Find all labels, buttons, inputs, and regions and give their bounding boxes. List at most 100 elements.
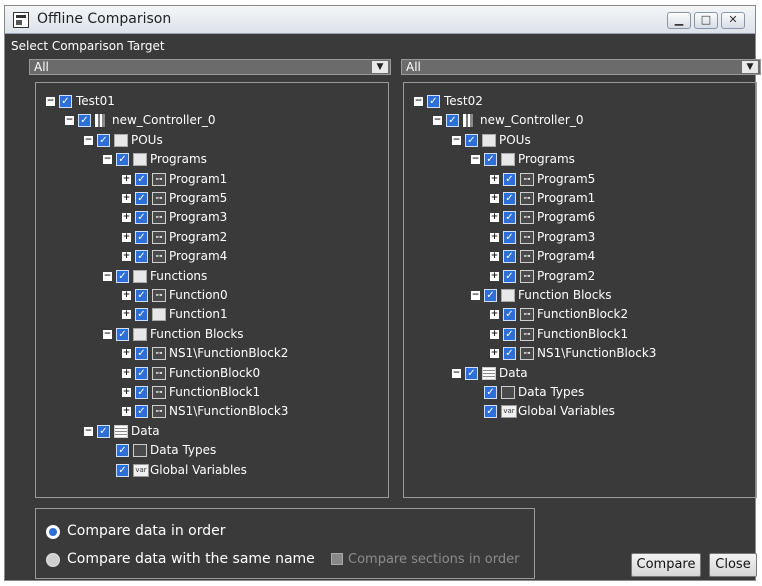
node-checkbox[interactable]: ✓: [484, 153, 497, 167]
node-checkbox[interactable]: ✓: [503, 308, 516, 322]
tree-node-label: Global Variables: [518, 404, 615, 419]
node-checkbox[interactable]: ✓: [116, 153, 129, 167]
node-checkbox[interactable]: ✓: [135, 308, 148, 322]
node-checkbox[interactable]: ✓: [503, 327, 516, 341]
program-icon: ⊶: [152, 230, 166, 244]
collapse-icon[interactable]: −: [46, 97, 55, 106]
node-checkbox[interactable]: ✓: [503, 269, 516, 283]
program-icon: ⊶: [152, 289, 166, 302]
compare-button[interactable]: Compare: [631, 553, 701, 577]
node-checkbox[interactable]: ✓: [503, 172, 516, 186]
node-checkbox[interactable]: ✓: [78, 114, 91, 128]
node-checkbox[interactable]: ✓: [135, 250, 148, 264]
collapse-icon[interactable]: −: [471, 291, 480, 300]
tree-node-label: Test02: [444, 94, 483, 108]
node-checkbox[interactable]: ✓: [484, 289, 497, 302]
controller-icon: [95, 114, 105, 128]
node-checkbox[interactable]: ✓: [135, 172, 148, 186]
node-checkbox[interactable]: ✓: [446, 114, 459, 128]
node-checkbox[interactable]: ✓: [503, 211, 516, 225]
node-checkbox[interactable]: ✓: [135, 230, 148, 244]
node-checkbox[interactable]: ✓: [116, 463, 129, 477]
minimize-button[interactable]: ▁: [667, 12, 691, 29]
expand-icon[interactable]: +: [122, 194, 131, 203]
collapse-icon[interactable]: −: [103, 155, 112, 165]
program-icon: ⊶: [152, 405, 166, 419]
expand-icon[interactable]: +: [122, 407, 131, 417]
expand-icon[interactable]: +: [122, 291, 131, 300]
node-checkbox[interactable]: ✓: [135, 366, 148, 380]
node-checkbox[interactable]: ✓: [135, 289, 148, 302]
collapse-icon[interactable]: −: [433, 116, 442, 126]
node-checkbox[interactable]: ✓: [59, 95, 72, 108]
expand-icon[interactable]: +: [122, 252, 131, 262]
maximize-button[interactable]: □: [694, 12, 718, 29]
expand-icon[interactable]: +: [490, 349, 499, 359]
expand-icon[interactable]: +: [490, 310, 499, 320]
node-checkbox[interactable]: ✓: [135, 192, 148, 205]
program-icon: ⊶: [520, 192, 534, 205]
tree-node-label: new_Controller_0: [480, 113, 584, 128]
expand-icon[interactable]: +: [490, 194, 499, 203]
collapse-icon[interactable]: −: [452, 135, 461, 145]
collapse-icon[interactable]: −: [103, 271, 112, 281]
expand-icon[interactable]: +: [122, 174, 131, 184]
collapse-icon[interactable]: −: [103, 329, 112, 339]
data-icon: [114, 424, 128, 438]
expand-icon[interactable]: +: [490, 329, 499, 339]
compare-same-name-label: Compare data with the same name: [67, 551, 315, 567]
tree-node-label: Function Blocks: [518, 288, 612, 302]
collapse-icon[interactable]: −: [65, 116, 74, 126]
node-checkbox[interactable]: ✓: [503, 347, 516, 361]
collapse-icon[interactable]: −: [471, 155, 480, 165]
expand-icon[interactable]: +: [122, 388, 131, 397]
dropdown-arrow-icon[interactable]: ▼: [742, 61, 758, 73]
sections-in-order-checkbox[interactable]: [331, 553, 343, 565]
collapse-icon[interactable]: −: [452, 368, 461, 378]
compare-same-name-radio[interactable]: [46, 553, 60, 567]
node-checkbox[interactable]: ✓: [116, 444, 129, 458]
node-checkbox[interactable]: ✓: [116, 269, 129, 283]
node-checkbox[interactable]: ✓: [116, 327, 129, 341]
node-checkbox[interactable]: ✓: [97, 133, 110, 147]
node-checkbox[interactable]: ✓: [135, 211, 148, 225]
collapse-icon[interactable]: −: [84, 426, 93, 436]
compare-in-order-radio[interactable]: [46, 525, 60, 539]
program-icon: ⊶: [520, 211, 534, 225]
node-checkbox[interactable]: ✓: [97, 424, 110, 438]
node-checkbox[interactable]: ✓: [135, 347, 148, 361]
node-checkbox[interactable]: ✓: [135, 405, 148, 419]
folder-icon: [133, 153, 147, 167]
node-checkbox[interactable]: ✓: [465, 366, 478, 380]
node-checkbox[interactable]: ✓: [135, 386, 148, 399]
close-button[interactable]: Close: [709, 553, 757, 577]
node-checkbox[interactable]: ✓: [503, 230, 516, 244]
expand-icon[interactable]: +: [122, 349, 131, 359]
expand-icon[interactable]: +: [490, 213, 499, 223]
expand-icon[interactable]: +: [122, 368, 131, 378]
expand-icon[interactable]: +: [490, 174, 499, 184]
node-checkbox[interactable]: ✓: [484, 386, 497, 399]
data-icon: [482, 366, 496, 380]
expand-icon[interactable]: +: [122, 310, 131, 320]
left-target-dropdown[interactable]: All ▼: [29, 59, 391, 75]
node-checkbox[interactable]: ✓: [503, 192, 516, 205]
right-target-dropdown[interactable]: All ▼: [401, 59, 761, 75]
program-icon: ⊶: [520, 250, 534, 264]
expand-icon[interactable]: +: [490, 232, 499, 242]
node-checkbox[interactable]: ✓: [427, 95, 440, 108]
node-checkbox[interactable]: ✓: [465, 133, 478, 147]
node-checkbox[interactable]: ✓: [484, 405, 497, 419]
expand-icon[interactable]: +: [122, 232, 131, 242]
tree-node-label: Program1: [169, 171, 228, 186]
expand-icon[interactable]: +: [490, 271, 499, 281]
collapse-icon[interactable]: −: [414, 97, 423, 106]
expand-icon[interactable]: +: [490, 252, 499, 262]
collapse-icon[interactable]: −: [84, 135, 93, 145]
tree-node-label: Program5: [537, 171, 596, 186]
close-window-button[interactable]: ✕: [721, 12, 745, 29]
expand-icon[interactable]: +: [122, 213, 131, 223]
dropdown-arrow-icon[interactable]: ▼: [372, 61, 388, 73]
window-title: Offline Comparison: [37, 11, 172, 27]
node-checkbox[interactable]: ✓: [503, 250, 516, 264]
